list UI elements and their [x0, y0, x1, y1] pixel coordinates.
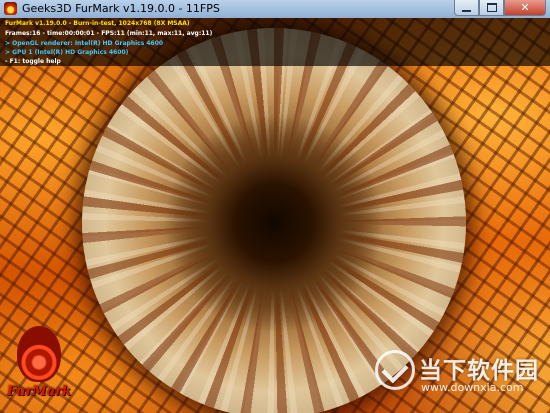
osd-renderer-line: > OpenGL renderer: Intel(R) HD Graphics … [5, 40, 164, 47]
watermark-logo: 当下软件园 www.downxia.com [375, 342, 550, 413]
osd-title-line: FurMark v1.19.0.0 - Burn-in-test, 1024x7… [5, 20, 190, 27]
maximize-icon [486, 3, 497, 12]
title-bar[interactable]: Geeks3D FurMark v1.19.0.0 - 11FPS ✕ [0, 0, 550, 19]
window-title: Geeks3D FurMark v1.19.0.0 - 11FPS [22, 2, 220, 15]
minimize-button[interactable] [454, 0, 479, 16]
window-controls: ✕ [454, 0, 546, 17]
watermark-url: www.downxia.com [421, 381, 524, 394]
furmark-window: Geeks3D FurMark v1.19.0.0 - 11FPS ✕ FurM… [0, 0, 550, 413]
flame-icon [17, 326, 61, 382]
osd-help-line: - F1: toggle help [5, 58, 61, 65]
furmark-logo-text: FurMark [7, 384, 71, 399]
furmark-logo: FurMark [3, 326, 75, 408]
osd-gpu-line: > GPU 1 (Intel(R) HD Graphics 4600) [5, 49, 129, 56]
maximize-button[interactable] [479, 0, 504, 16]
close-button[interactable]: ✕ [504, 0, 546, 16]
close-icon: ✕ [520, 1, 530, 14]
watermark-text: 当下软件园 [419, 358, 539, 384]
osd-stats-line: Frames:16 - time:00:00:01 - FPS:11 (min:… [5, 30, 213, 37]
furmark-app-icon[interactable] [4, 2, 17, 15]
minimize-icon [462, 9, 471, 12]
